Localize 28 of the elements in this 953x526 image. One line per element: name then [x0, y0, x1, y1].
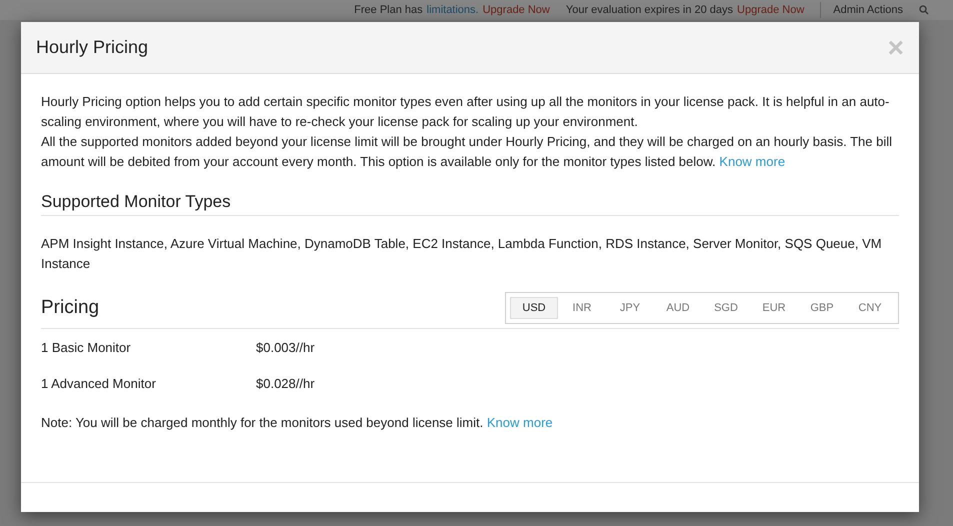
plan-text: Free Plan has — [354, 2, 423, 18]
upgrade-link[interactable]: Upgrade Now — [737, 2, 804, 18]
currency-tab[interactable]: EUR — [750, 297, 798, 319]
section-heading: Supported Monitor Types — [41, 192, 899, 216]
price-value: $0.028//hr — [256, 374, 315, 392]
currency-tab[interactable]: SGD — [702, 297, 750, 319]
limitations-link[interactable]: limitations. — [426, 2, 479, 18]
intro-paragraph: All the supported monitors added beyond your license limit will be brought under Hourly Pricing, and they will be charged on an hourly basis. The bill amount will be debited from your account every month. This option is available only for the monitor types listed below. Know more — [41, 133, 894, 171]
price-label: 1 Basic Monitor — [41, 338, 132, 356]
know-more-link[interactable]: Know more — [486, 415, 553, 430]
monitor-types-list: APM Insight Instance, Azure Virtual Machine, DynamoDB Table, EC2 Instance, Lambda Function, RDS Instance, Server Monitor, SQS Queue, VM Instance — [41, 234, 899, 274]
dialog-title: Hourly Pricing — [36, 36, 148, 59]
intro-paragraph: Hourly Pricing option helps you to add certain specific monitor types even after using up all the monitors in your license pack. It is helpful in an auto-scaling environment, where you will have to re-check your license pack for scaling up your environment. — [41, 93, 890, 131]
know-more-link[interactable]: Know more — [719, 154, 786, 169]
note-text: Note: You will be charged monthly for the monitors used beyond license limit. Know more — [41, 414, 554, 432]
section-heading: Pricing — [41, 298, 100, 318]
evaluation-text: Your evaluation expires in 20 days — [566, 2, 734, 18]
price-value: $0.003//hr — [256, 338, 315, 356]
currency-tab[interactable]: CNY — [846, 297, 894, 319]
currency-tab[interactable]: GBP — [798, 297, 846, 319]
currency-tab[interactable]: JPY — [606, 297, 654, 319]
currency-tab[interactable]: AUD — [654, 297, 702, 319]
search-icon[interactable] — [919, 5, 929, 15]
admin-actions-menu[interactable]: Admin Actions — [820, 2, 903, 18]
price-label: 1 Advanced Monitor — [41, 374, 157, 392]
currency-tab[interactable]: USD — [510, 297, 558, 319]
currency-tab[interactable]: INR — [558, 297, 606, 319]
upgrade-link[interactable]: Upgrade Now — [482, 2, 550, 18]
